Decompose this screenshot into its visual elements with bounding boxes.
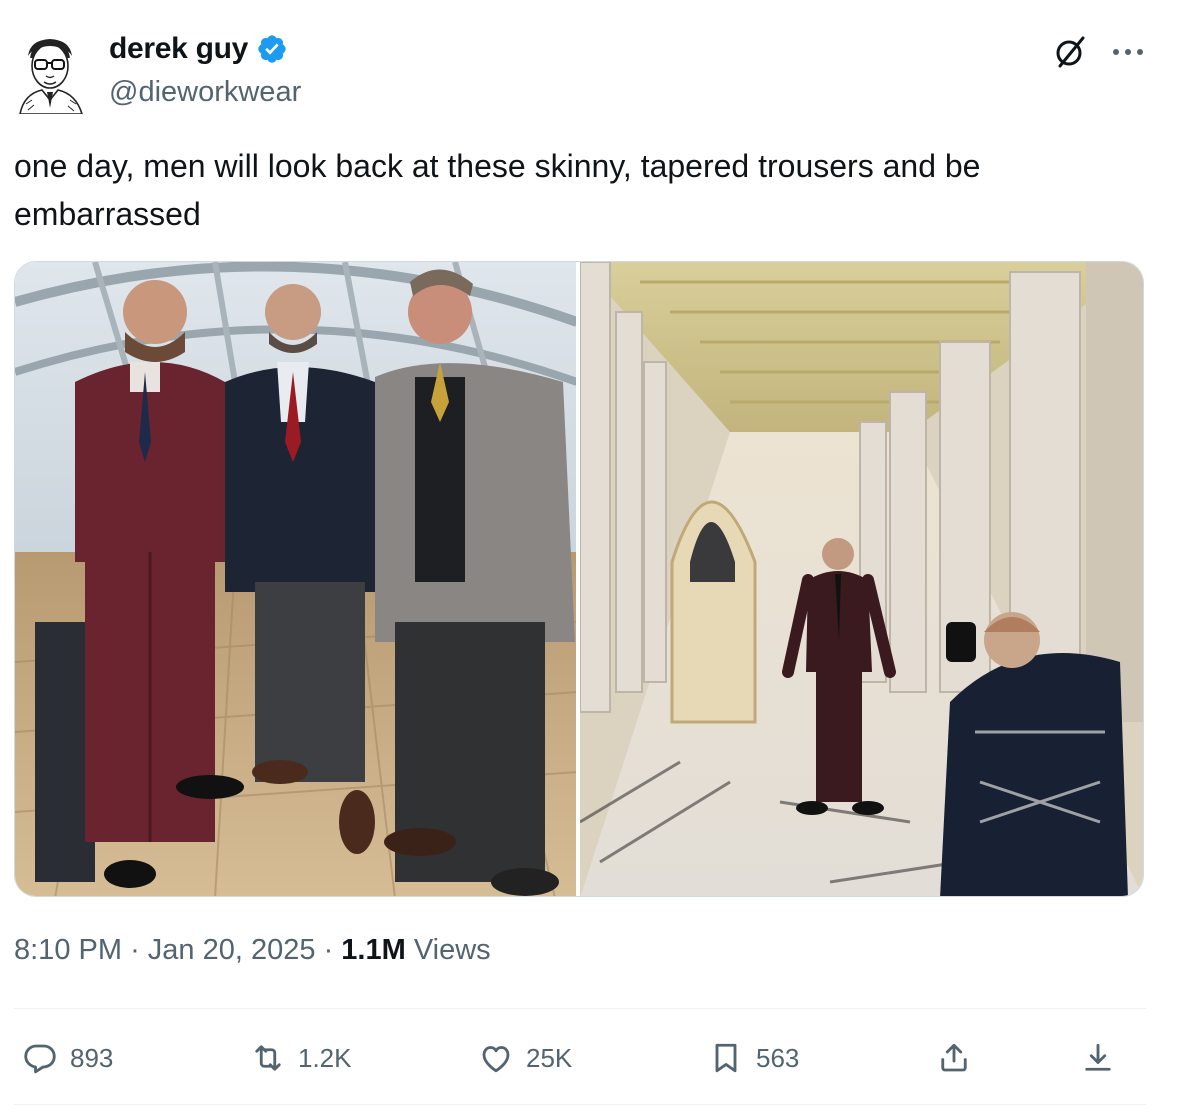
views-label: Views xyxy=(413,934,491,966)
like-count: 25K xyxy=(526,1042,573,1073)
author-handle[interactable]: @dieworkwear xyxy=(109,76,301,109)
divider xyxy=(14,1104,1146,1105)
download-icon xyxy=(1085,1043,1111,1071)
photo-right[interactable] xyxy=(580,262,1143,896)
media-grid xyxy=(14,261,1144,897)
like-button[interactable]: 25K xyxy=(478,1030,572,1086)
tweet-date[interactable]: Jan 20, 2025 xyxy=(148,934,316,966)
views-count: 1.1M xyxy=(341,934,406,966)
repost-count: 1.2K xyxy=(298,1042,352,1073)
reply-icon xyxy=(24,1044,56,1074)
repost-icon xyxy=(255,1045,281,1071)
display-name[interactable]: derek guy xyxy=(109,32,248,66)
reply-button[interactable]: 893 xyxy=(22,1030,113,1086)
tweet-time[interactable]: 8:10 PM xyxy=(14,934,122,966)
avatar[interactable] xyxy=(16,34,86,115)
share-icon xyxy=(941,1043,967,1072)
action-bar: 893 1.2K 25K 563 xyxy=(14,1030,1144,1086)
like-icon xyxy=(482,1046,510,1073)
reply-count: 893 xyxy=(70,1042,114,1073)
meta-separator: · xyxy=(130,934,140,966)
more-icon[interactable] xyxy=(1110,38,1146,62)
share-button[interactable] xyxy=(936,1030,972,1086)
meta-separator: · xyxy=(323,934,334,966)
repost-button[interactable]: 1.2K xyxy=(250,1030,352,1086)
bookmark-count: 563 xyxy=(756,1042,800,1073)
grok-icon[interactable] xyxy=(1052,34,1088,70)
verified-badge-icon[interactable] xyxy=(256,33,288,65)
author-name[interactable]: derek guy xyxy=(109,32,288,66)
bookmark-button[interactable]: 563 xyxy=(708,1030,799,1086)
tweet-text: one day, men will look back at these ski… xyxy=(14,148,981,232)
download-button[interactable] xyxy=(1080,1030,1116,1086)
photo-left[interactable] xyxy=(15,262,576,896)
tweet-meta: 8:10 PM · Jan 20, 2025 · 1.1M Views xyxy=(14,934,491,967)
divider xyxy=(14,1008,1146,1009)
bookmark-icon xyxy=(715,1043,737,1073)
